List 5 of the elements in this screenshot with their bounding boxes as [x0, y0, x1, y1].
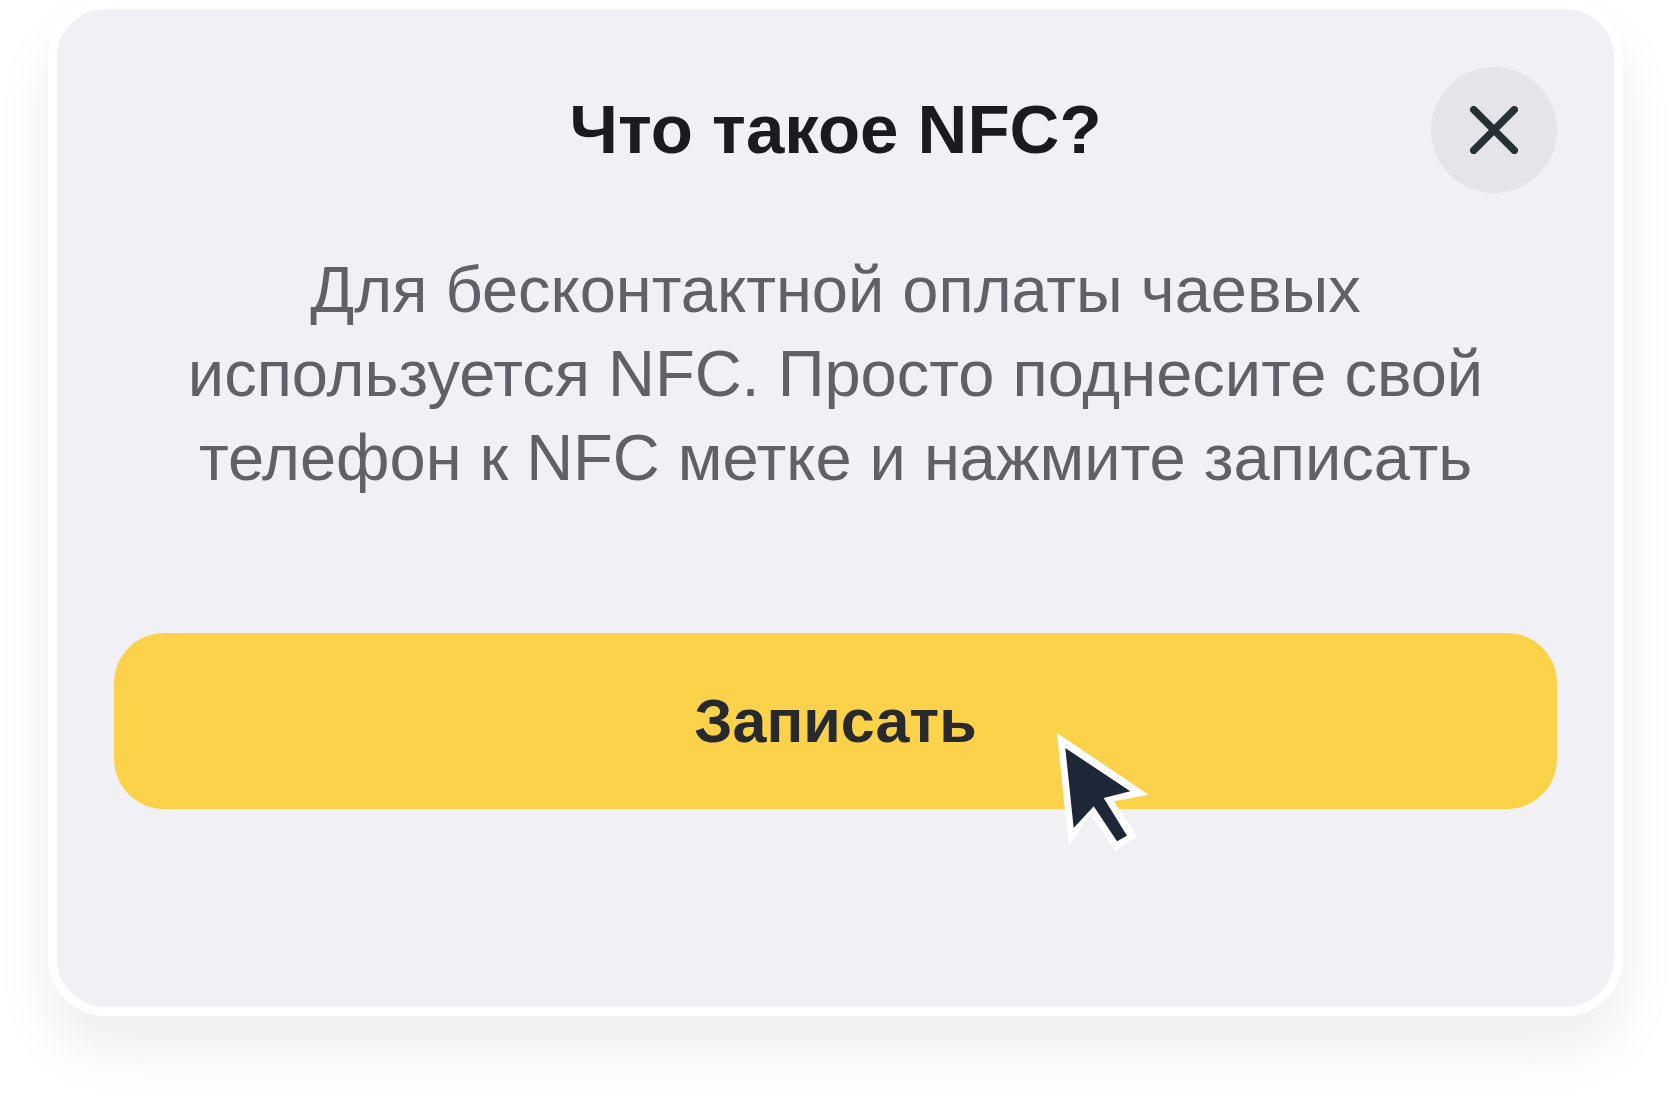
dialog-title: Что такое NFC? [569, 89, 1102, 170]
record-button[interactable]: Записать [114, 633, 1557, 809]
mouse-pointer-icon [1057, 733, 1149, 852]
dialog-description: Для бесконтактной оплаты чаевых используется NFC. Просто поднесите свой телефон к NFC метке и нажмите записать [186, 252, 1485, 496]
close-icon [1470, 106, 1518, 154]
